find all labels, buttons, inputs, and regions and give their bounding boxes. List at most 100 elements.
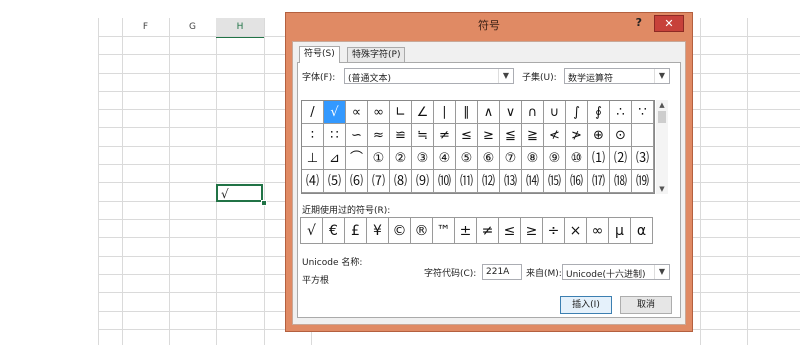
- symbol-cell[interactable]: ⑨: [544, 147, 566, 170]
- chevron-down-icon[interactable]: ▼: [654, 69, 669, 83]
- symbol-cell[interactable]: ∧: [478, 101, 500, 124]
- symbol-cell[interactable]: ⑻: [390, 170, 412, 193]
- symbol-cell[interactable]: ⑧: [522, 147, 544, 170]
- symbol-cell[interactable]: ≌: [390, 124, 412, 147]
- recent-symbol-cell[interactable]: ±: [454, 217, 477, 244]
- scroll-up-icon[interactable]: ▲: [656, 100, 668, 110]
- symbol-cell[interactable]: ⑾: [456, 170, 478, 193]
- symbol-cell[interactable]: ∩: [522, 101, 544, 124]
- symbol-cell[interactable]: ∷: [324, 124, 346, 147]
- fill-handle[interactable]: [261, 200, 267, 206]
- symbol-cell[interactable]: [632, 124, 654, 147]
- symbol-cell[interactable]: ⑹: [346, 170, 368, 193]
- symbol-cell[interactable]: ⑶: [632, 147, 654, 170]
- symbol-cell[interactable]: ∴: [610, 101, 632, 124]
- symbol-cell[interactable]: ⑤: [456, 147, 478, 170]
- symbol-cell[interactable]: ≒: [412, 124, 434, 147]
- recent-symbol-cell[interactable]: ≠: [476, 217, 499, 244]
- recent-symbol-cell[interactable]: ≥: [520, 217, 543, 244]
- symbol-cell[interactable]: ⒅: [610, 170, 632, 193]
- symbol-cell[interactable]: ≈: [368, 124, 390, 147]
- cancel-button[interactable]: 取消: [620, 296, 672, 314]
- symbol-cell[interactable]: ∪: [544, 101, 566, 124]
- recent-symbol-cell[interactable]: ÷: [542, 217, 565, 244]
- symbol-cell[interactable]: √: [324, 101, 346, 124]
- symbol-cell[interactable]: ≠: [434, 124, 456, 147]
- scroll-thumb[interactable]: [658, 111, 666, 123]
- symbol-cell[interactable]: ∣: [434, 101, 456, 124]
- symbol-cell[interactable]: ≮: [544, 124, 566, 147]
- symbol-cell[interactable]: ⊙: [610, 124, 632, 147]
- recent-symbol-cell[interactable]: ≤: [498, 217, 521, 244]
- symbol-cell[interactable]: ⒀: [500, 170, 522, 193]
- symbol-cell[interactable]: ∵: [632, 101, 654, 124]
- char-code-input[interactable]: 221A: [482, 264, 522, 280]
- symbol-cell[interactable]: ⒃: [566, 170, 588, 193]
- symbol-cell[interactable]: ⌒: [346, 147, 368, 170]
- symbol-cell[interactable]: ⑽: [434, 170, 456, 193]
- symbol-cell[interactable]: ③: [412, 147, 434, 170]
- recent-symbol-cell[interactable]: ©: [388, 217, 411, 244]
- symbol-grid-scrollbar[interactable]: ▲ ▼: [656, 100, 668, 194]
- active-cell-h[interactable]: √: [216, 184, 263, 202]
- symbol-cell[interactable]: ⊕: [588, 124, 610, 147]
- help-button[interactable]: ?: [636, 16, 642, 29]
- recent-symbol-cell[interactable]: µ: [608, 217, 631, 244]
- symbol-cell[interactable]: ≯: [566, 124, 588, 147]
- symbol-cell[interactable]: ⑺: [368, 170, 390, 193]
- symbol-cell[interactable]: ①: [368, 147, 390, 170]
- recent-symbol-cell[interactable]: ¥: [366, 217, 389, 244]
- insert-button[interactable]: 插入(I): [560, 296, 612, 314]
- recent-symbol-cell[interactable]: ®: [410, 217, 433, 244]
- dialog-titlebar[interactable]: 符号 ? ✕: [286, 13, 692, 35]
- symbol-cell[interactable]: ≥: [478, 124, 500, 147]
- symbol-cell[interactable]: ⊥: [302, 147, 324, 170]
- symbol-cell[interactable]: ≤: [456, 124, 478, 147]
- symbol-cell[interactable]: ⊿: [324, 147, 346, 170]
- recent-symbol-cell[interactable]: €: [322, 217, 345, 244]
- close-button[interactable]: ✕: [654, 15, 684, 32]
- recent-symbol-cell[interactable]: ™: [432, 217, 455, 244]
- symbol-cell[interactable]: ⑵: [610, 147, 632, 170]
- scroll-down-icon[interactable]: ▼: [656, 184, 668, 194]
- symbol-cell[interactable]: ⑿: [478, 170, 500, 193]
- tab-special-characters[interactable]: 特殊字符(P): [347, 47, 406, 63]
- chevron-down-icon[interactable]: ▼: [498, 69, 513, 83]
- symbol-cell[interactable]: ∟: [390, 101, 412, 124]
- tab-symbols[interactable]: 符号(S): [299, 46, 340, 63]
- from-select[interactable]: Unicode(十六进制) ▼: [562, 264, 670, 280]
- symbol-cell[interactable]: ⑥: [478, 147, 500, 170]
- symbol-cell[interactable]: ∨: [500, 101, 522, 124]
- recent-symbol-cell[interactable]: √: [300, 217, 323, 244]
- symbol-cell[interactable]: ⑷: [302, 170, 324, 193]
- symbol-cell[interactable]: ∶: [302, 124, 324, 147]
- symbol-cell[interactable]: ②: [390, 147, 412, 170]
- symbol-cell[interactable]: ⑼: [412, 170, 434, 193]
- symbol-cell[interactable]: ∮: [588, 101, 610, 124]
- recent-symbol-cell[interactable]: ∞: [586, 217, 609, 244]
- symbol-cell[interactable]: ≦: [500, 124, 522, 147]
- symbol-cell[interactable]: ∫: [566, 101, 588, 124]
- symbol-cell[interactable]: ④: [434, 147, 456, 170]
- symbol-cell[interactable]: ∠: [412, 101, 434, 124]
- symbol-cell[interactable]: ⑩: [566, 147, 588, 170]
- symbol-cell[interactable]: ⑸: [324, 170, 346, 193]
- symbol-cell[interactable]: ⒁: [522, 170, 544, 193]
- symbol-cell[interactable]: ∞: [368, 101, 390, 124]
- recent-symbol-cell[interactable]: £: [344, 217, 367, 244]
- symbol-cell[interactable]: ∝: [346, 101, 368, 124]
- symbol-cell[interactable]: ⑴: [588, 147, 610, 170]
- recent-symbol-cell[interactable]: α: [630, 217, 653, 244]
- symbol-cell[interactable]: ⑦: [500, 147, 522, 170]
- symbol-cell[interactable]: ≧: [522, 124, 544, 147]
- symbol-cell[interactable]: ⒆: [632, 170, 654, 193]
- symbol-cell[interactable]: /: [302, 101, 324, 124]
- column-header-f[interactable]: F: [122, 18, 169, 36]
- symbol-cell[interactable]: ∽: [346, 124, 368, 147]
- symbol-cell[interactable]: ⒂: [544, 170, 566, 193]
- column-header-g[interactable]: G: [169, 18, 216, 36]
- recent-symbol-cell[interactable]: ×: [564, 217, 587, 244]
- subset-select[interactable]: 数学运算符 ▼: [564, 68, 670, 84]
- symbol-cell[interactable]: ⒄: [588, 170, 610, 193]
- column-header-h[interactable]: H: [216, 18, 264, 38]
